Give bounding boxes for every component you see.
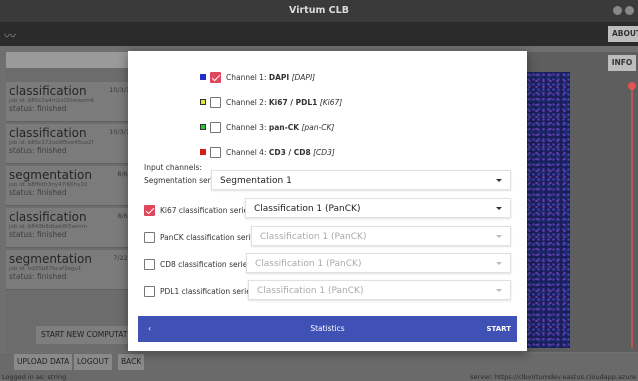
slider-track[interactable]: [631, 84, 633, 348]
ki67-classification-value: Classification 1 (PanCK): [254, 204, 361, 214]
dialog-content[interactable]: Input channels: Channel 1: DAPI [DAPI] C…: [138, 57, 517, 319]
channel-tag: [Ki67]: [319, 97, 343, 107]
job-date: 10/3/1: [109, 128, 130, 136]
window-title: Virtum CLB: [289, 5, 349, 16]
back-button[interactable]: BACK: [118, 354, 145, 370]
channel-name: DAPI: [268, 72, 290, 82]
channel-4-label: Channel 4: CD3 / CD8 [CD3]: [226, 148, 335, 157]
window-controls: [613, 6, 634, 15]
cd8-classification-value: Classification 1 (PanCK): [255, 259, 362, 269]
pdl1-classification-row: PDL1 classification series:: [144, 286, 263, 297]
channel-tag: [pan-CK]: [301, 122, 335, 132]
job-status: status: finished: [9, 272, 67, 281]
job-item[interactable]: segmentation 8/6/ job id: b8f6dfr3ny47i6…: [6, 166, 134, 206]
job-status: status: finished: [9, 230, 67, 239]
minimize-button[interactable]: [613, 6, 622, 15]
channel-color-swatch: [200, 149, 206, 155]
close-button[interactable]: [625, 6, 634, 15]
start-button[interactable]: START: [486, 316, 511, 342]
status-line: Logged in as: string server: https://clb…: [0, 373, 638, 381]
chevron-down-icon: [496, 262, 502, 265]
channel-color-swatch: [200, 74, 206, 80]
channel-prefix: Channel 2:: [226, 97, 267, 107]
ki67-classification-checkbox[interactable]: [144, 205, 155, 216]
channel-3-label: Channel 3: pan-CK [pan-CK]: [226, 123, 334, 132]
panck-classification-row: PanCK classification series:: [144, 232, 268, 243]
channel-1-checkbox[interactable]: [210, 71, 221, 83]
channel-2-option[interactable]: Channel 2: Ki67 / PDL1 [Ki67]: [200, 96, 342, 108]
ki67-classification-select[interactable]: Classification 1 (PanCK): [245, 198, 511, 218]
panck-classification-label: PanCK classification series:: [160, 233, 262, 242]
info-button[interactable]: INFO: [608, 55, 636, 71]
channel-3-option[interactable]: Channel 3: pan-CK [pan-CK]: [200, 121, 334, 133]
channel-4-checkbox[interactable]: [210, 146, 221, 158]
ki67-classification-label: Ki67 classification series:: [160, 206, 255, 215]
image-panel: INFO: [526, 52, 638, 352]
channel-color-swatch: [200, 99, 206, 105]
job-item[interactable]: segmentation 7/22/ job id: bd35b87bcaf3e…: [6, 250, 134, 290]
panck-classification-checkbox[interactable]: [144, 232, 155, 243]
channel-1-option[interactable]: Channel 1: DAPI [DAPI]: [200, 71, 315, 83]
job-item[interactable]: classification 10/3/1 job id: b85c2a4m1s…: [6, 82, 134, 122]
cd8-classification-select[interactable]: Classification 1 (PanCK): [246, 253, 511, 273]
channel-name: CD3 / CD8: [268, 147, 311, 157]
job-status: status: finished: [9, 104, 67, 113]
statistics-dialog: Input channels: Channel 1: DAPI [DAPI] C…: [128, 51, 527, 351]
server-text: server: https://clbvirtumdev.eastus.clou…: [470, 373, 636, 381]
logout-button[interactable]: LOGOUT: [74, 354, 112, 370]
window-titlebar: Virtum CLB: [0, 0, 638, 22]
microscopy-image[interactable]: [526, 72, 570, 348]
dialog-footer: ‹ Statistics START: [138, 316, 517, 342]
app-logo-icon: 〰: [4, 29, 17, 43]
job-item[interactable]: classification 10/3/1 job id: b85c272uo9…: [6, 124, 134, 164]
upload-data-button[interactable]: UPLOAD DATA: [14, 354, 73, 370]
job-status: status: finished: [9, 146, 67, 155]
channel-prefix: Channel 4:: [226, 147, 267, 157]
job-type: segmentation: [9, 168, 92, 182]
channel-2-label: Channel 2: Ki67 / PDL1 [Ki67]: [226, 98, 342, 107]
job-item[interactable]: classification 8/6/ job id: b849b8dbeb8t…: [6, 208, 134, 248]
logged-in-text: Logged in as: string: [2, 373, 67, 381]
chevron-down-icon: [496, 235, 502, 238]
channel-1-label: Channel 1: DAPI [DAPI]: [226, 73, 315, 82]
channel-color-swatch: [200, 124, 206, 130]
cd8-classification-label: CD8 classification series:: [160, 260, 254, 269]
segmentation-series-value: Segmentation 1: [220, 176, 292, 186]
panck-classification-select[interactable]: Classification 1 (PanCK): [251, 226, 511, 246]
channel-prefix: Channel 1:: [226, 72, 267, 82]
segmentation-series-select[interactable]: Segmentation 1: [211, 170, 511, 190]
channel-2-checkbox[interactable]: [210, 96, 221, 108]
pdl1-classification-select[interactable]: Classification 1 (PanCK): [248, 280, 511, 300]
footer-title: Statistics: [310, 324, 345, 333]
job-date: 10/3/1: [109, 86, 130, 94]
start-new-computation-button[interactable]: START NEW COMPUTATIO: [36, 326, 132, 344]
chevron-down-icon: [496, 289, 502, 292]
cd8-classification-checkbox[interactable]: [144, 259, 155, 270]
ki67-classification-row: Ki67 classification series:: [144, 205, 261, 216]
job-list-header: [6, 52, 134, 68]
panck-classification-value: Classification 1 (PanCK): [260, 232, 367, 242]
app-header: 〰 ABOUT: [0, 22, 638, 46]
channel-tag: [CD3]: [313, 147, 335, 157]
channel-name: pan-CK: [268, 122, 300, 132]
about-button[interactable]: ABOUT: [608, 26, 638, 42]
job-type: classification: [9, 210, 87, 224]
channel-tag: [DAPI]: [291, 72, 316, 82]
chevron-down-icon: [496, 207, 502, 210]
channel-name: Ki67 / PDL1: [268, 97, 318, 107]
pdl1-classification-label: PDL1 classification series:: [160, 287, 258, 296]
bottom-toolbar: UPLOAD DATA LOGOUT BACK Logged in as: st…: [0, 353, 638, 381]
chevron-down-icon: [496, 179, 502, 182]
job-status: status: finished: [9, 188, 67, 197]
channel-prefix: Channel 3:: [226, 122, 267, 132]
job-list-panel: classification 10/3/1 job id: b85c2a4m1s…: [6, 52, 134, 352]
slider-handle[interactable]: [628, 82, 636, 90]
pdl1-classification-checkbox[interactable]: [144, 286, 155, 297]
pdl1-classification-value: Classification 1 (PanCK): [257, 286, 364, 296]
cd8-classification-row: CD8 classification series:: [144, 259, 260, 270]
input-channels-label: Input channels:: [144, 163, 202, 172]
channel-3-checkbox[interactable]: [210, 121, 221, 133]
channel-4-option[interactable]: Channel 4: CD3 / CD8 [CD3]: [200, 146, 335, 158]
